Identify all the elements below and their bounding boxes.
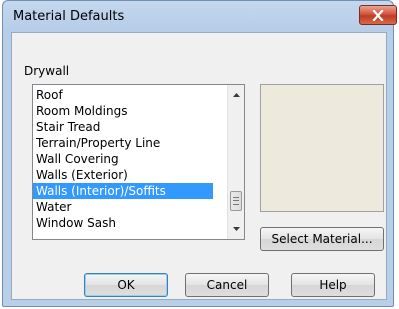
list-item[interactable]: Walls (Exterior) bbox=[33, 167, 213, 183]
close-button[interactable] bbox=[359, 5, 397, 25]
group-label: Drywall bbox=[24, 64, 70, 78]
list-item[interactable]: Water bbox=[33, 199, 213, 215]
scroll-up-button[interactable] bbox=[228, 87, 244, 103]
list-item[interactable]: Window Sash bbox=[33, 215, 213, 231]
list-item[interactable]: Wall Covering bbox=[33, 151, 213, 167]
list-item[interactable]: Room Moldings bbox=[33, 103, 213, 119]
material-preview-swatch bbox=[260, 84, 384, 212]
help-button[interactable]: Help bbox=[291, 273, 375, 297]
scroll-down-arrow-icon bbox=[232, 227, 240, 231]
scroll-thumb[interactable] bbox=[230, 191, 242, 211]
material-list: Roof Room Moldings Stair Tread Terrain/Prop… bbox=[33, 87, 213, 231]
window-title: Material Defaults bbox=[13, 9, 125, 24]
list-item[interactable]: Roof bbox=[33, 87, 213, 103]
title-bar[interactable]: Material Defaults bbox=[3, 1, 397, 33]
scroll-down-button[interactable] bbox=[228, 221, 244, 237]
cancel-button[interactable]: Cancel bbox=[185, 273, 269, 297]
list-item[interactable]: Stair Tread bbox=[33, 119, 213, 135]
material-listbox[interactable]: Roof Room Moldings Stair Tread Terrain/Prop… bbox=[32, 84, 245, 240]
select-material-button[interactable]: Select Material... bbox=[260, 227, 384, 251]
ok-button[interactable]: OK bbox=[84, 273, 168, 297]
grip-icon bbox=[233, 197, 239, 205]
list-item[interactable]: Terrain/Property Line bbox=[33, 135, 213, 151]
list-item[interactable]: Walls (Interior)/Soffits bbox=[33, 183, 213, 199]
vertical-scrollbar[interactable] bbox=[227, 85, 244, 239]
close-x-icon bbox=[372, 9, 384, 21]
scroll-up-arrow-icon bbox=[232, 93, 240, 97]
